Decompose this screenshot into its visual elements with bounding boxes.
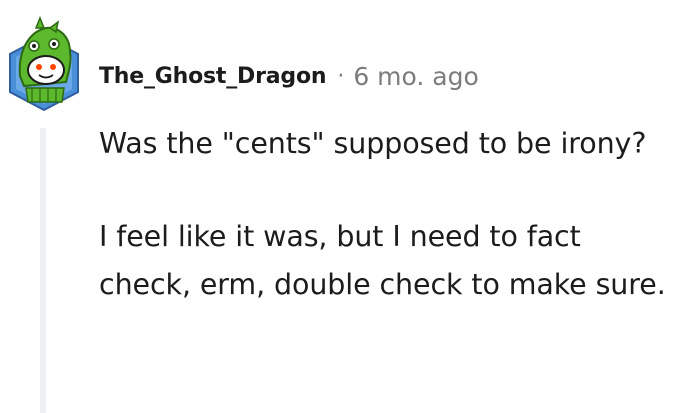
comment: The_Ghost_Dragon · 6 mo. ago Was the "ce… (0, 0, 675, 413)
dragon-avatar-icon (9, 16, 79, 112)
user-avatar[interactable] (6, 16, 82, 112)
thread-collapse-line[interactable] (40, 128, 46, 413)
meta-separator: · (337, 63, 345, 89)
comment-header: The_Ghost_Dragon · 6 mo. ago (99, 58, 479, 94)
comment-body: Was the "cents" supposed to be irony? I … (99, 120, 669, 309)
comment-paragraph: I feel like it was, but I need to fact c… (99, 220, 666, 301)
username-link[interactable]: The_Ghost_Dragon (99, 64, 327, 89)
comment-timestamp[interactable]: 6 mo. ago (353, 62, 478, 91)
comment-paragraph: Was the "cents" supposed to be irony? (99, 127, 647, 160)
